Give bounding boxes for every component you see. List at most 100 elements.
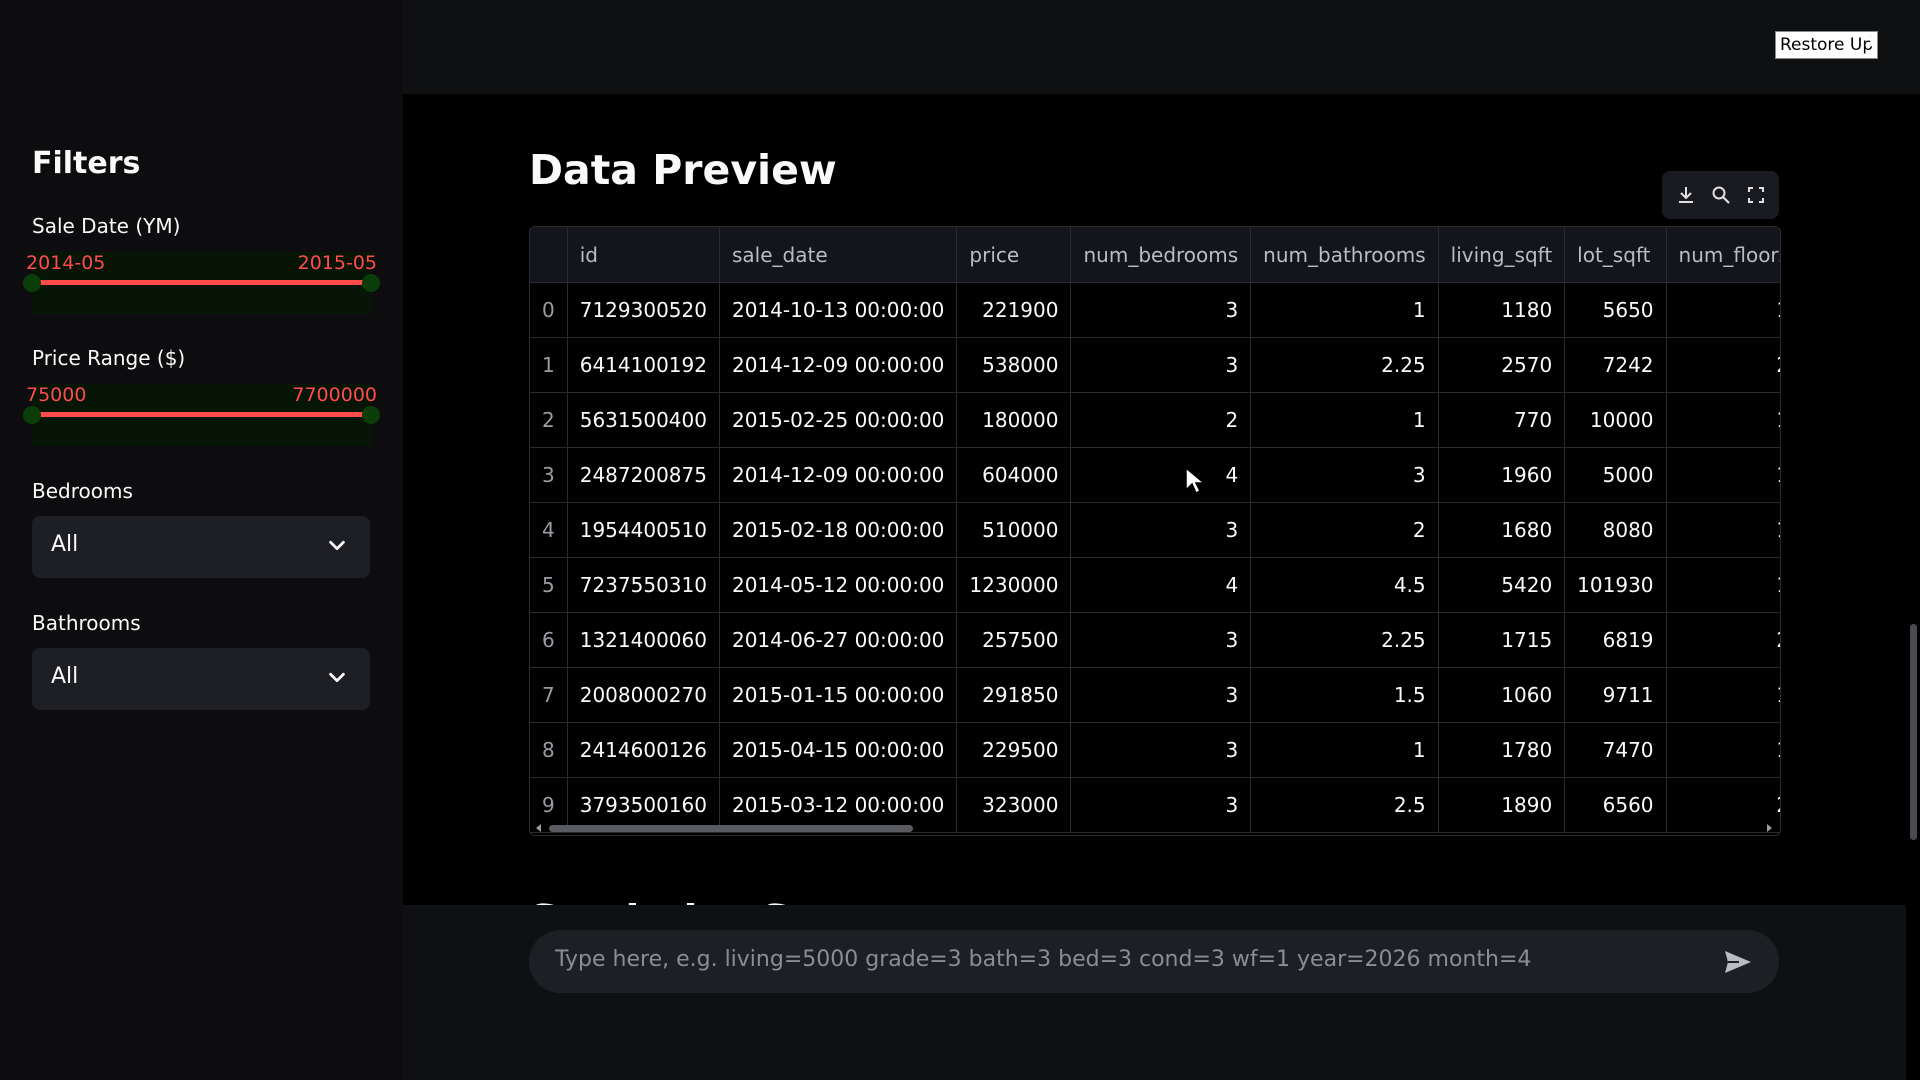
download-icon[interactable]: [1676, 185, 1696, 205]
table-cell[interactable]: 291850: [956, 667, 1072, 723]
restore-button[interactable]: Restore Up: [1775, 31, 1879, 59]
data-table[interactable]: id sale_date price num_bedrooms num_bathroom…: [529, 226, 1781, 836]
table-cell[interactable]: 2015-01-15 00:00:00: [719, 667, 958, 723]
table-cell[interactable]: 5000: [1564, 447, 1667, 503]
column-header[interactable]: num_bathrooms: [1250, 227, 1439, 283]
column-header[interactable]: num_bedrooms: [1070, 227, 1252, 283]
table-cell[interactable]: 6: [530, 612, 568, 668]
table-cell[interactable]: 1680: [1438, 502, 1566, 558]
table-cell[interactable]: 1: [1666, 392, 1780, 448]
table-row[interactable]: 8 2414600126 2015-04-15 00:00:00 229500 3 1 17…: [530, 722, 1780, 778]
table-cell[interactable]: 1: [1666, 502, 1780, 558]
table-cell[interactable]: 1: [1666, 282, 1780, 338]
sale-date-slider[interactable]: 2014-05 2015-05: [23, 252, 380, 314]
table-row[interactable]: 1 6414100192 2014-12-09 00:00:00 538000 3 2.2…: [530, 337, 1780, 393]
table-cell[interactable]: 7129300520: [567, 282, 720, 338]
table-cell[interactable]: 1780: [1438, 722, 1566, 778]
table-cell[interactable]: 180000: [956, 392, 1072, 448]
table-cell[interactable]: 2.25: [1250, 337, 1439, 393]
table-row[interactable]: 3 2487200875 2014-12-09 00:00:00 604000 4 3 19…: [530, 447, 1780, 503]
table-cell[interactable]: 1: [1250, 722, 1439, 778]
table-cell[interactable]: 4: [530, 502, 568, 558]
table-cell[interactable]: 3: [1070, 337, 1252, 393]
table-cell[interactable]: 6819: [1564, 612, 1667, 668]
table-cell[interactable]: 0: [530, 282, 568, 338]
table-cell[interactable]: 1954400510: [567, 502, 720, 558]
table-cell[interactable]: 2014-06-27 00:00:00: [719, 612, 958, 668]
column-header[interactable]: num_floors: [1666, 227, 1780, 283]
table-cell[interactable]: 3: [1250, 447, 1439, 503]
column-header[interactable]: [530, 227, 568, 283]
column-header[interactable]: price: [956, 227, 1072, 283]
price-range-slider[interactable]: 75000 7700000: [23, 384, 380, 446]
table-cell[interactable]: 1180: [1438, 282, 1566, 338]
table-cell[interactable]: 1: [1666, 722, 1780, 778]
table-cell[interactable]: 2: [530, 392, 568, 448]
table-cell[interactable]: 2: [1070, 392, 1252, 448]
table-cell[interactable]: 2014-12-09 00:00:00: [719, 337, 958, 393]
table-cell[interactable]: 7470: [1564, 722, 1667, 778]
table-cell[interactable]: 1: [1250, 392, 1439, 448]
table-row[interactable]: 5 7237550310 2014-05-12 00:00:00 1230000 4 4.…: [530, 557, 1780, 613]
table-cell[interactable]: 1: [1250, 282, 1439, 338]
fullscreen-icon[interactable]: [1746, 185, 1766, 205]
table-cell[interactable]: 3: [1070, 612, 1252, 668]
table-cell[interactable]: 2: [1250, 502, 1439, 558]
scroll-right-icon[interactable]: [1763, 822, 1775, 834]
column-header[interactable]: living_sqft: [1438, 227, 1566, 283]
table-cell[interactable]: 2015-04-15 00:00:00: [719, 722, 958, 778]
table-cell[interactable]: 1: [1666, 557, 1780, 613]
table-cell[interactable]: 2008000270: [567, 667, 720, 723]
table-cell[interactable]: 101930: [1564, 557, 1667, 613]
column-header[interactable]: id: [567, 227, 720, 283]
table-cell[interactable]: 2014-10-13 00:00:00: [719, 282, 958, 338]
table-cell[interactable]: 2015-02-18 00:00:00: [719, 502, 958, 558]
price-range-max-handle[interactable]: [362, 406, 380, 424]
table-cell[interactable]: 3: [1070, 667, 1252, 723]
table-cell[interactable]: 257500: [956, 612, 1072, 668]
table-row[interactable]: 2 5631500400 2015-02-25 00:00:00 180000 2 1 77…: [530, 392, 1780, 448]
table-cell[interactable]: 1: [1666, 447, 1780, 503]
table-cell[interactable]: 2: [1666, 612, 1780, 668]
table-cell[interactable]: 1: [1666, 667, 1780, 723]
table-cell[interactable]: 7242: [1564, 337, 1667, 393]
table-cell[interactable]: 1960: [1438, 447, 1566, 503]
table-cell[interactable]: 10000: [1564, 392, 1667, 448]
table-cell[interactable]: 4: [1070, 447, 1252, 503]
table-cell[interactable]: 7237550310: [567, 557, 720, 613]
column-header[interactable]: lot_sqft: [1564, 227, 1667, 283]
vertical-scroll-thumb[interactable]: [1910, 624, 1917, 840]
table-cell[interactable]: 6414100192: [567, 337, 720, 393]
table-cell[interactable]: 2570: [1438, 337, 1566, 393]
table-cell[interactable]: 510000: [956, 502, 1072, 558]
sale-date-max-handle[interactable]: [362, 274, 380, 292]
table-cell[interactable]: 5631500400: [567, 392, 720, 448]
table-cell[interactable]: 2487200875: [567, 447, 720, 503]
table-cell[interactable]: 221900: [956, 282, 1072, 338]
search-icon[interactable]: [1711, 185, 1731, 205]
table-cell[interactable]: 2: [1666, 337, 1780, 393]
table-cell[interactable]: 2015-02-25 00:00:00: [719, 392, 958, 448]
table-cell[interactable]: 2014-05-12 00:00:00: [719, 557, 958, 613]
table-row[interactable]: 7 2008000270 2015-01-15 00:00:00 291850 3 1.5…: [530, 667, 1780, 723]
table-cell[interactable]: 9711: [1564, 667, 1667, 723]
table-cell[interactable]: 2414600126: [567, 722, 720, 778]
table-cell[interactable]: 604000: [956, 447, 1072, 503]
table-cell[interactable]: 4: [1070, 557, 1252, 613]
send-icon[interactable]: [1723, 948, 1753, 976]
table-cell[interactable]: 5650: [1564, 282, 1667, 338]
table-cell[interactable]: 3: [1070, 722, 1252, 778]
table-row[interactable]: 0 7129300520 2014-10-13 00:00:00 221900 3 1 11…: [530, 282, 1780, 338]
table-cell[interactable]: 1: [530, 337, 568, 393]
table-row[interactable]: 6 1321400060 2014-06-27 00:00:00 257500 3 2.2…: [530, 612, 1780, 668]
scroll-left-icon[interactable]: [533, 822, 545, 834]
table-cell[interactable]: 770: [1438, 392, 1566, 448]
table-cell[interactable]: 5420: [1438, 557, 1566, 613]
sale-date-min-handle[interactable]: [23, 274, 41, 292]
table-cell[interactable]: 5: [530, 557, 568, 613]
table-cell[interactable]: 1230000: [956, 557, 1072, 613]
table-cell[interactable]: 229500: [956, 722, 1072, 778]
table-cell[interactable]: 4.5: [1250, 557, 1439, 613]
table-cell[interactable]: 2.25: [1250, 612, 1439, 668]
bathrooms-select[interactable]: All: [32, 648, 370, 710]
